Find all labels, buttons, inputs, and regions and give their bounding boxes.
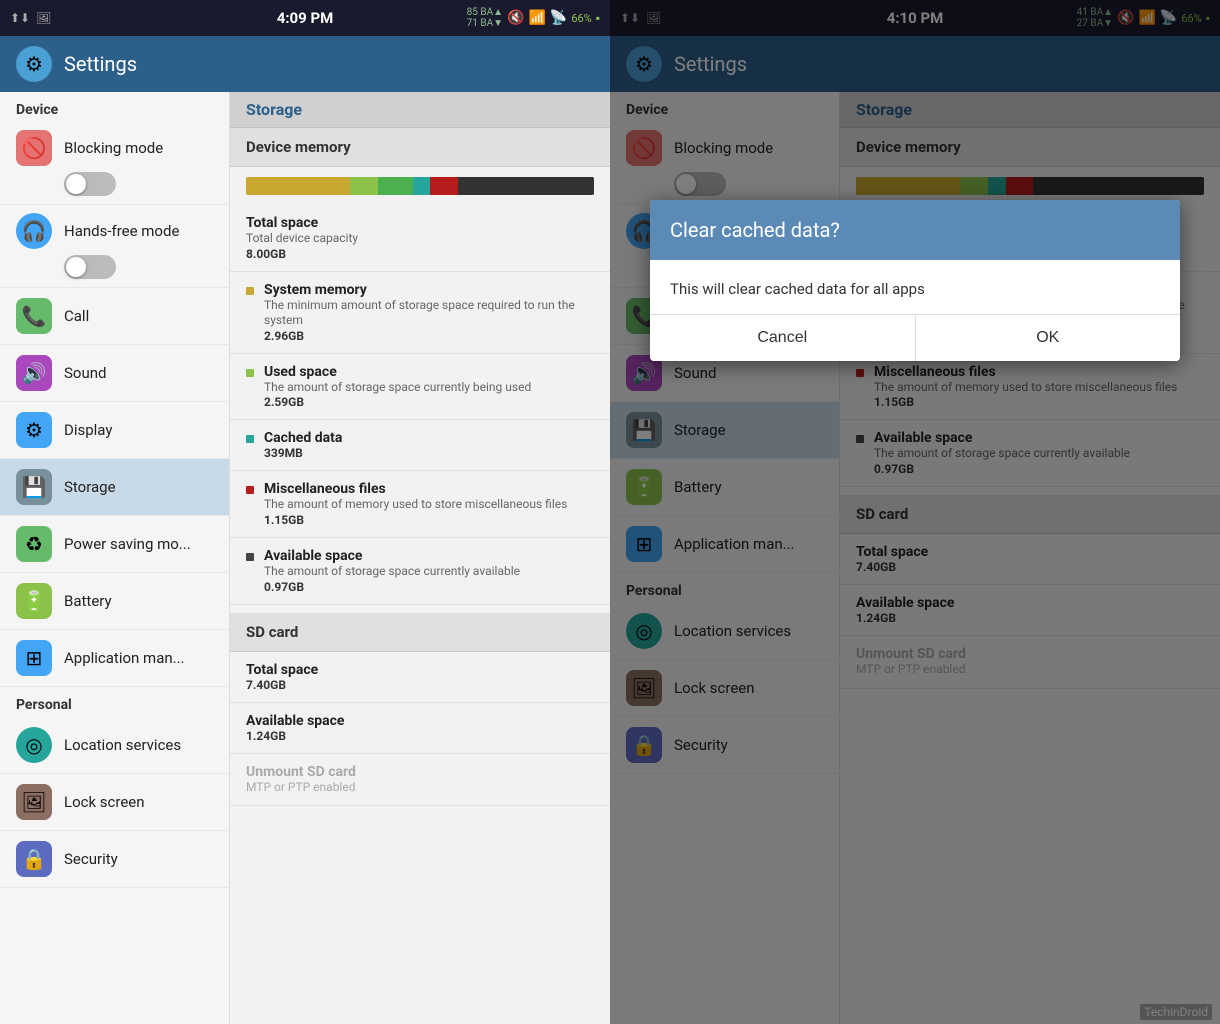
settings-icon-left: ⚙ — [16, 46, 52, 82]
storage-total-space: Total space Total device capacity 8.00GB — [230, 205, 610, 272]
sidebar-item-security[interactable]: 🔒 Security — [0, 831, 229, 888]
hands-free-toggle[interactable] — [64, 255, 116, 279]
call-icon: 📞 — [16, 298, 52, 334]
location-icon: ◎ — [16, 727, 52, 763]
dialog-cancel-button[interactable]: Cancel — [650, 315, 916, 361]
sidebar-item-call[interactable]: 📞 Call — [0, 288, 229, 345]
battery-icon: 🔋 — [16, 583, 52, 619]
status-icons-left: ⬆⬇ 🖼 — [10, 11, 51, 25]
clear-cached-dialog: Clear cached data? This will clear cache… — [650, 200, 1180, 361]
misc-files-dot — [246, 486, 254, 494]
app-manager-label: Application man... — [64, 649, 185, 667]
storage-available-space: Available space The amount of storage sp… — [230, 538, 610, 605]
sidebar-item-location[interactable]: ◎ Location services — [0, 717, 229, 774]
power-saving-icon: ♻ — [16, 526, 52, 562]
lock-screen-label: Lock screen — [64, 793, 145, 811]
bar-misc — [430, 177, 458, 195]
sidebar-left: Device 🚫 Blocking mode 🎧 Hands-free mode — [0, 92, 230, 1024]
system-memory-dot — [246, 287, 254, 295]
storage-system-memory: System memory The minimum amount of stor… — [230, 272, 610, 354]
right-phone-panel: ⬆⬇ 🖼 4:10 PM 41 BA▲27 BA▼ 🔇 📶 📡 66% ▪ ⚙ … — [610, 0, 1220, 1024]
blocking-mode-label: Blocking mode — [64, 139, 163, 157]
sd-total-space: Total space 7.40GB — [230, 652, 610, 703]
dialog-title: Clear cached data? — [670, 218, 1160, 242]
storage-section-header: Storage — [230, 92, 610, 128]
hands-free-label: Hands-free mode — [64, 222, 179, 240]
dialog-body: This will clear cached data for all apps — [650, 260, 1180, 314]
sidebar-item-display[interactable]: ⚙ Display — [0, 402, 229, 459]
sd-card-header: SD card — [230, 613, 610, 652]
sidebar-item-power-saving[interactable]: ♻ Power saving mo... — [0, 516, 229, 573]
storage-label: Storage — [64, 478, 116, 496]
storage-used-space: Used space The amount of storage space c… — [230, 354, 610, 421]
storage-bar — [246, 177, 594, 195]
blocking-mode-toggle[interactable] — [64, 172, 116, 196]
app-title-left: Settings — [64, 52, 137, 76]
dialog-buttons: Cancel OK — [650, 314, 1180, 361]
power-saving-label: Power saving mo... — [64, 535, 191, 553]
hands-free-icon: 🎧 — [16, 213, 52, 249]
available-space-dot — [246, 553, 254, 561]
sidebar-item-blocking-mode[interactable]: 🚫 Blocking mode — [0, 122, 229, 205]
bar-used1 — [350, 177, 378, 195]
sidebar-item-app-manager[interactable]: ⊞ Application man... — [0, 630, 229, 687]
dialog-overlay: Clear cached data? This will clear cache… — [610, 0, 1220, 1024]
sidebar-item-battery[interactable]: 🔋 Battery — [0, 573, 229, 630]
used-space-dot — [246, 369, 254, 377]
left-phone-panel: ⬆⬇ 🖼 4:09 PM 85 BA▲71 BA▼ 🔇 📶 📡 66% ▪ ⚙ … — [0, 0, 610, 1024]
sidebar-item-hands-free[interactable]: 🎧 Hands-free mode — [0, 205, 229, 288]
dialog-ok-button[interactable]: OK — [916, 315, 1181, 361]
section-device-left: Device — [0, 92, 229, 122]
main-content-left: Device 🚫 Blocking mode 🎧 Hands-free mode — [0, 92, 610, 1024]
dialog-title-bar: Clear cached data? — [650, 200, 1180, 260]
sound-label: Sound — [64, 364, 106, 382]
app-manager-icon: ⊞ — [16, 640, 52, 676]
dialog-message: This will clear cached data for all apps — [670, 280, 1160, 298]
call-label: Call — [64, 307, 89, 325]
sidebar-item-sound[interactable]: 🔊 Sound — [0, 345, 229, 402]
bar-available — [458, 177, 594, 195]
battery-label: Battery — [64, 592, 112, 610]
sidebar-item-lock-screen[interactable]: 🖼 Lock screen — [0, 774, 229, 831]
display-label: Display — [64, 421, 112, 439]
lock-screen-icon: 🖼 — [16, 784, 52, 820]
device-memory-header: Device memory — [230, 128, 610, 167]
time-left: 4:09 PM — [277, 9, 334, 27]
sd-available-space: Available space 1.24GB — [230, 703, 610, 754]
sidebar-item-storage[interactable]: 💾 Storage — [0, 459, 229, 516]
storage-cached-data[interactable]: Cached data 339MB — [230, 420, 610, 471]
security-label: Security — [64, 850, 118, 868]
storage-misc-files: Miscellaneous files The amount of memory… — [230, 471, 610, 538]
content-pane-left: Storage Device memory Total space Total … — [230, 92, 610, 1024]
section-personal-left: Personal — [0, 687, 229, 717]
blocking-mode-icon: 🚫 — [16, 130, 52, 166]
location-label: Location services — [64, 736, 181, 754]
bar-cached — [413, 177, 430, 195]
sound-icon: 🔊 — [16, 355, 52, 391]
bar-used2 — [378, 177, 413, 195]
app-header-left: ⚙ Settings — [0, 36, 610, 92]
security-icon: 🔒 — [16, 841, 52, 877]
bar-system — [246, 177, 350, 195]
sd-unmount[interactable]: Unmount SD card MTP or PTP enabled — [230, 754, 610, 807]
storage-icon: 💾 — [16, 469, 52, 505]
status-bar-left: ⬆⬇ 🖼 4:09 PM 85 BA▲71 BA▼ 🔇 📶 📡 66% ▪ — [0, 0, 610, 36]
display-icon: ⚙ — [16, 412, 52, 448]
cached-data-dot — [246, 435, 254, 443]
status-icons-right-left: 85 BA▲71 BA▼ 🔇 📶 📡 66% ▪ — [467, 7, 600, 29]
